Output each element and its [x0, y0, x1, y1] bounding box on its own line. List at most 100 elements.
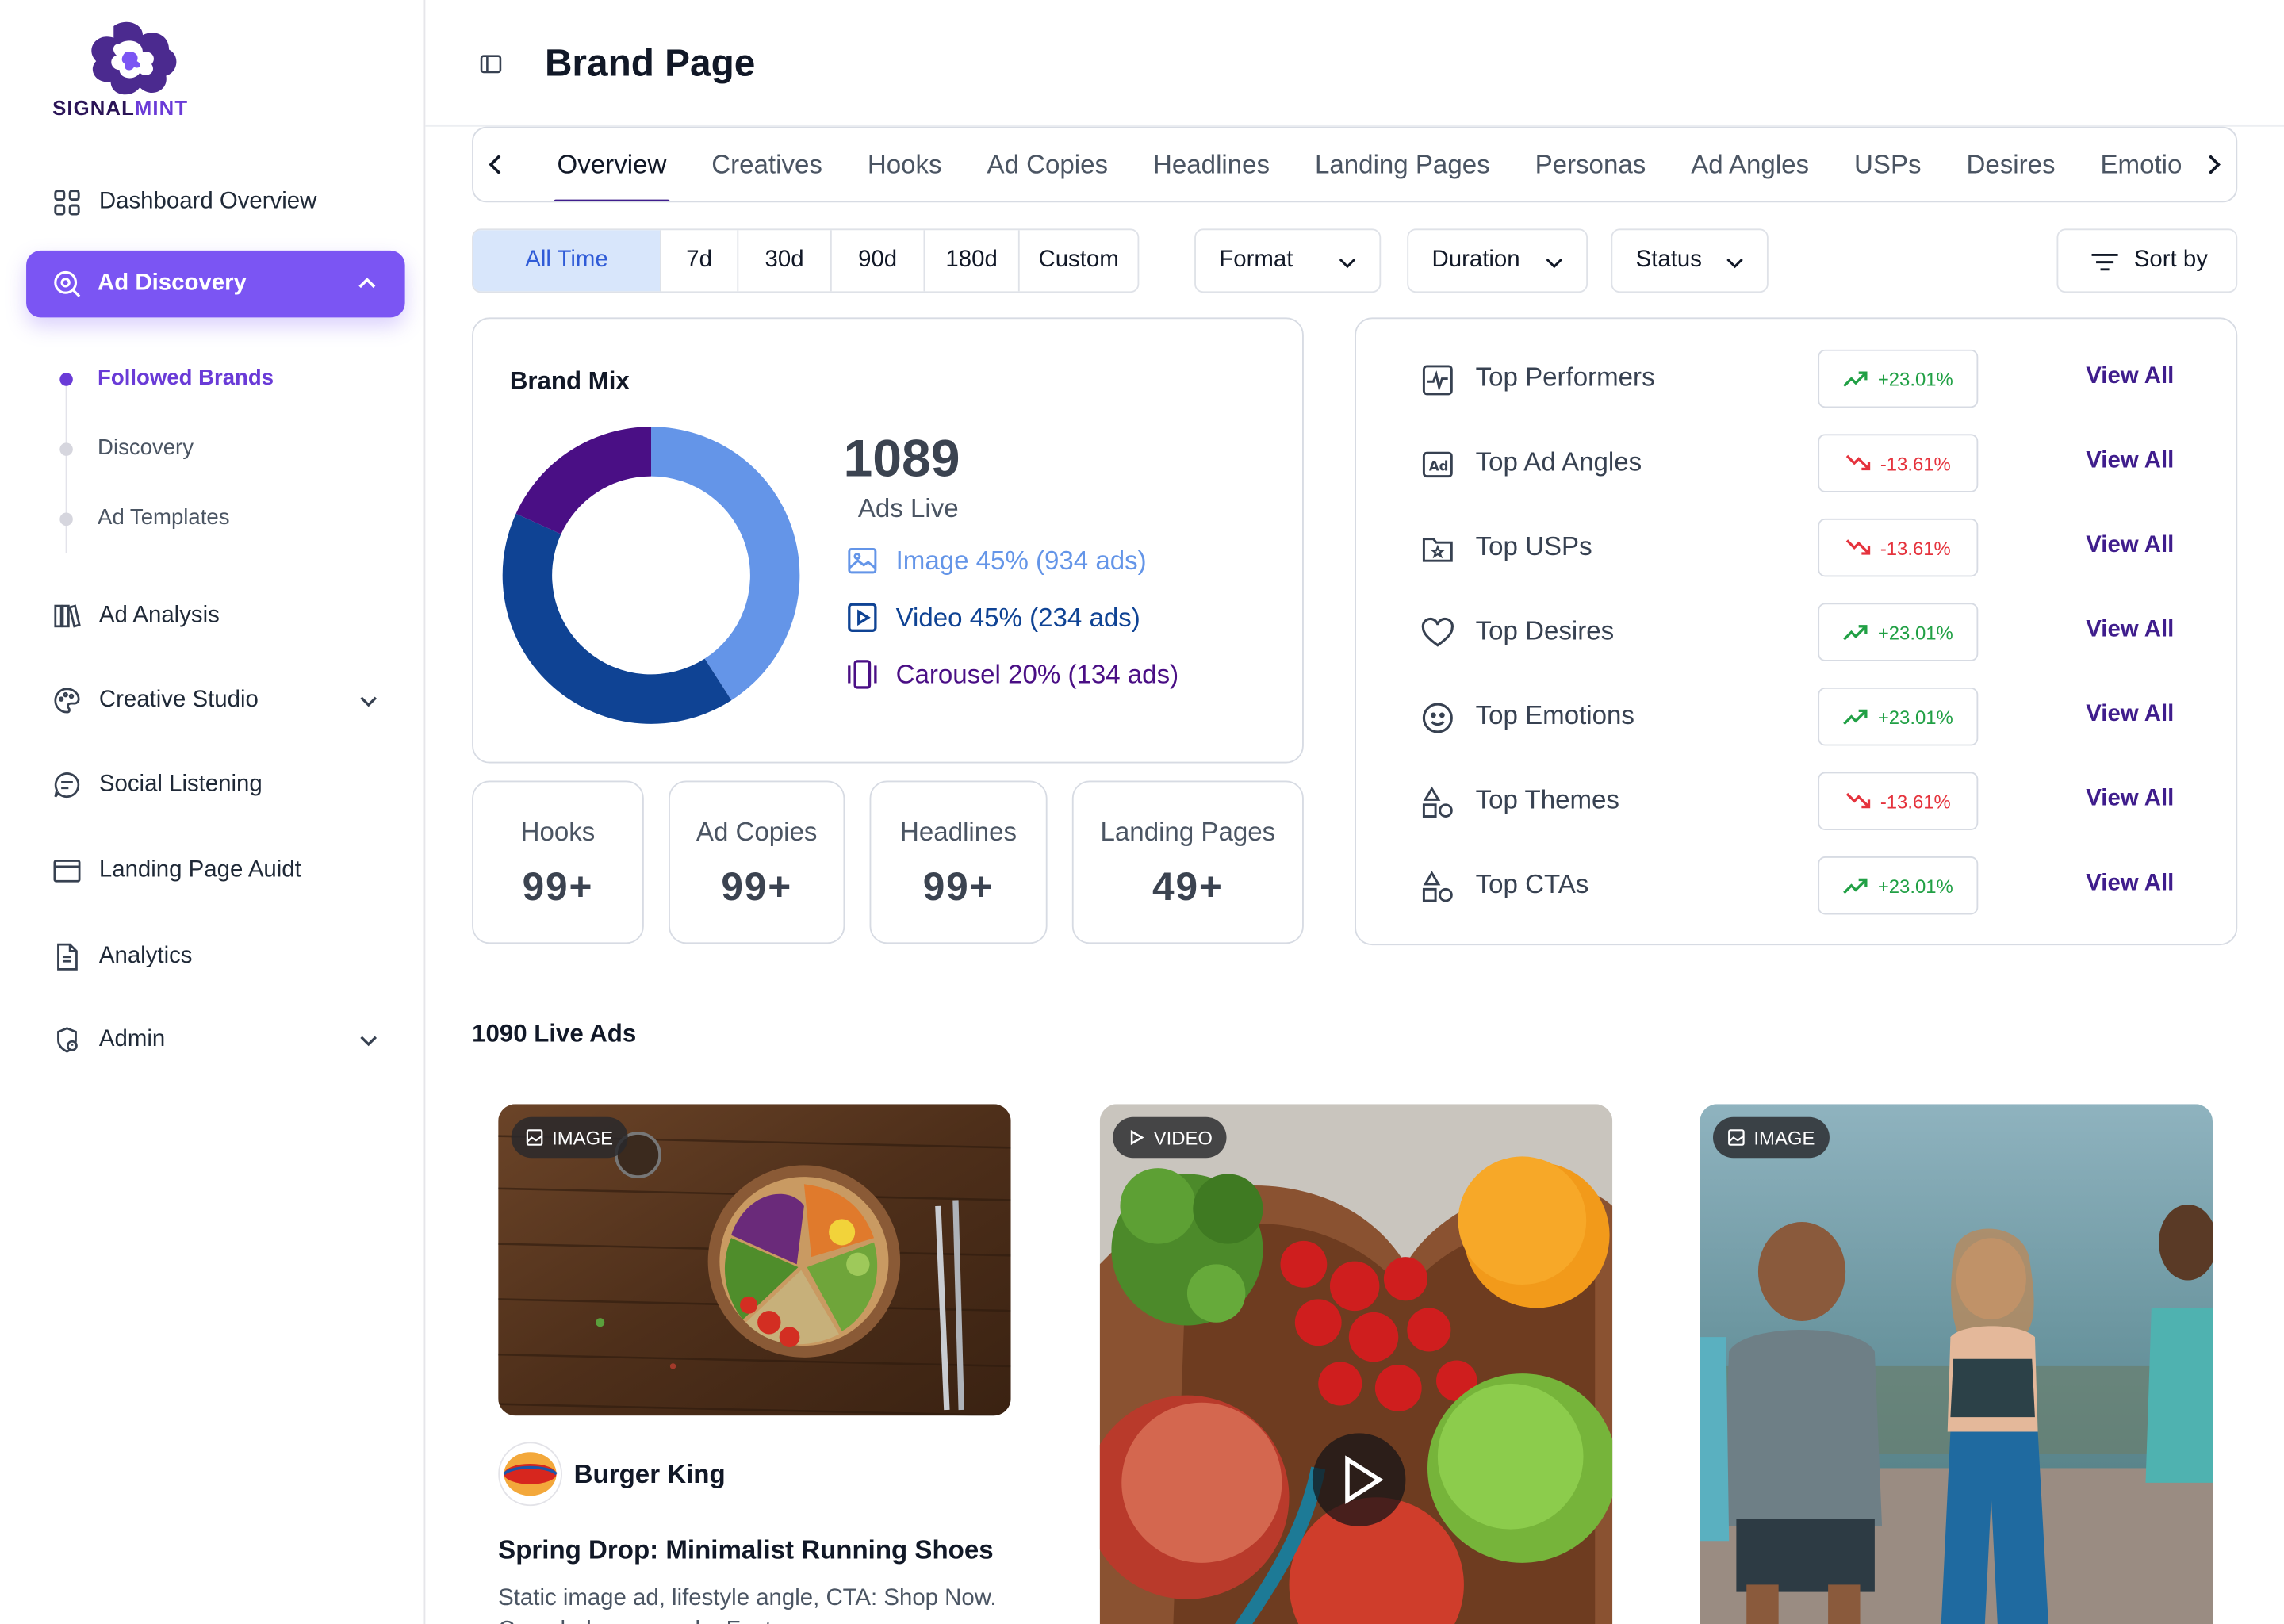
view-all-link[interactable]: View All	[2086, 449, 2174, 475]
nav-analytics[interactable]: Analytics	[52, 940, 193, 975]
top-label: Top Themes	[1475, 785, 1619, 814]
browser-window-icon	[53, 860, 81, 883]
top-label: Top CTAs	[1475, 869, 1589, 899]
mix-carousel-label: Carousel 20% (134 ads)	[895, 659, 1179, 688]
ad-thumbnail-runners[interactable]: IMAGE	[1700, 1104, 2213, 1624]
brand-mix-card: Brand Mix 1089 Ads Live Image 45% (934 a…	[472, 317, 1304, 764]
donut-slice-image[interactable]	[651, 427, 800, 701]
top-row: Top USPs -13.61% View All	[1420, 518, 2207, 577]
stat-landing-pages[interactable]: Landing Pages 49+	[1071, 780, 1304, 944]
tab-landing-pages[interactable]: Landing Pages	[1293, 128, 1513, 201]
view-all-link[interactable]: View All	[2086, 618, 2174, 644]
duration-label: Duration	[1431, 247, 1520, 273]
tab-ad-angles[interactable]: Ad Angles	[1669, 128, 1832, 201]
tab-bar: Overview Creatives Hooks Ad Copies Headlines…	[472, 126, 2238, 203]
image-icon	[1728, 1129, 1745, 1146]
tab-hooks[interactable]: Hooks	[845, 128, 964, 201]
mix-row-image: Image 45% (934 ads)	[846, 545, 1147, 576]
tab-creatives[interactable]: Creatives	[689, 128, 845, 201]
stat-hooks[interactable]: Hooks 99+	[472, 780, 644, 944]
top-row: Top Performers +23.01% View All	[1420, 349, 2207, 408]
chevron-up-icon[interactable]	[355, 272, 378, 295]
nav-label: Social Listening	[98, 772, 263, 797]
mix-video-label: Video 45% (234 ads)	[895, 602, 1140, 632]
time-7d[interactable]: 7d	[661, 230, 739, 292]
ad-badge-icon: Ad	[1422, 451, 1453, 478]
donut-slice-carousel[interactable]	[515, 427, 652, 534]
subnav-line	[65, 381, 67, 553]
nav-ad-discovery[interactable]: Ad Discovery	[26, 250, 405, 318]
stat-ad-copies[interactable]: Ad Copies 99+	[669, 780, 845, 944]
stat-headlines[interactable]: Headlines 99+	[869, 780, 1048, 944]
time-180d[interactable]: 180d	[925, 230, 1020, 292]
trend-down-icon	[1845, 539, 1870, 555]
format-label: Format	[1219, 247, 1293, 273]
image-icon	[848, 547, 877, 574]
ad-brand-name[interactable]: Burger King	[574, 1459, 726, 1490]
donut-slice-video[interactable]	[502, 513, 732, 724]
tab-list: Overview Creatives Hooks Ad Copies Headlines…	[535, 128, 2205, 201]
nav-label: Ad Discovery	[98, 270, 247, 296]
app-logo[interactable]: SIGNALMINT	[52, 21, 213, 123]
time-custom[interactable]: Custom	[1020, 230, 1138, 291]
duration-dropdown[interactable]: Duration	[1407, 228, 1588, 293]
heart-icon	[1421, 617, 1454, 647]
ad-thumbnail-fruit[interactable]: VIDEO	[1099, 1104, 1613, 1624]
status-label: Status	[1635, 247, 1702, 273]
time-all-time[interactable]: All Time	[473, 230, 661, 292]
view-all-link[interactable]: View All	[2086, 364, 2174, 390]
nav-social-listening[interactable]: Social Listening	[52, 768, 263, 802]
shapes-icon	[1422, 871, 1453, 902]
ad-type-badge: IMAGE	[1713, 1116, 1830, 1159]
subnav-dot	[59, 373, 73, 386]
chevron-right-icon[interactable]	[2201, 151, 2227, 178]
top-label: Top Emotions	[1475, 700, 1634, 730]
trend-value: -13.61%	[1880, 790, 1951, 812]
palette-icon	[54, 688, 80, 714]
sort-by-button[interactable]: Sort by	[2056, 228, 2238, 293]
nav-label: Creative Studio	[98, 687, 259, 713]
time-90d[interactable]: 90d	[832, 230, 925, 292]
chevron-left-icon[interactable]	[482, 151, 508, 178]
nav-dashboard-overview[interactable]: Dashboard Overview	[52, 185, 316, 220]
chevron-down-icon[interactable]	[355, 688, 381, 714]
view-all-link[interactable]: View All	[2086, 871, 2174, 897]
stat-value: 99+	[721, 865, 793, 910]
nav-landing-page-audit[interactable]: Landing Page Auidt	[52, 853, 301, 888]
top-row: Top CTAs +23.01% View All	[1420, 856, 2207, 915]
svg-text:Ad: Ad	[1429, 458, 1449, 473]
trend-value: +23.01%	[1877, 621, 1953, 643]
view-all-link[interactable]: View All	[2086, 787, 2174, 813]
video-icon	[848, 603, 877, 632]
ad-title[interactable]: Spring Drop: Minimalist Running Shoes	[498, 1535, 993, 1566]
nav-admin[interactable]: Admin	[52, 1022, 165, 1057]
ad-thumbnail-salad[interactable]: IMAGE	[498, 1104, 1011, 1416]
nav-ad-analysis[interactable]: Ad Analysis	[52, 599, 220, 634]
tab-usps[interactable]: USPs	[1832, 128, 1944, 201]
books-icon	[54, 604, 81, 628]
tab-personas[interactable]: Personas	[1512, 128, 1669, 201]
grid-icon	[54, 190, 80, 216]
mix-image-label: Image 45% (934 ads)	[895, 545, 1147, 575]
format-dropdown[interactable]: Format	[1194, 228, 1382, 293]
search-target-icon	[54, 270, 81, 297]
subnav-discovery[interactable]: Discovery	[98, 435, 194, 460]
view-all-link[interactable]: View All	[2086, 533, 2174, 559]
activity-chart-icon	[1422, 365, 1453, 396]
tab-ad-copies[interactable]: Ad Copies	[964, 128, 1131, 201]
nav-label: Ad Analysis	[98, 603, 220, 628]
status-dropdown[interactable]: Status	[1611, 228, 1769, 293]
stat-value: 99+	[922, 865, 994, 910]
tab-desires[interactable]: Desires	[1944, 128, 2078, 201]
view-all-link[interactable]: View All	[2086, 702, 2174, 728]
subnav-ad-templates[interactable]: Ad Templates	[98, 505, 229, 530]
tab-overview[interactable]: Overview	[535, 128, 689, 201]
sidebar-toggle-icon[interactable]	[479, 52, 502, 75]
tab-emotio[interactable]: Emotio	[2078, 128, 2205, 201]
time-30d[interactable]: 30d	[738, 230, 832, 292]
nav-creative-studio[interactable]: Creative Studio	[52, 683, 259, 718]
stat-label: Landing Pages	[1100, 817, 1276, 847]
tab-headlines[interactable]: Headlines	[1131, 128, 1293, 201]
subnav-followed-brands[interactable]: Followed Brands	[98, 366, 274, 390]
chevron-down-icon[interactable]	[355, 1027, 381, 1053]
